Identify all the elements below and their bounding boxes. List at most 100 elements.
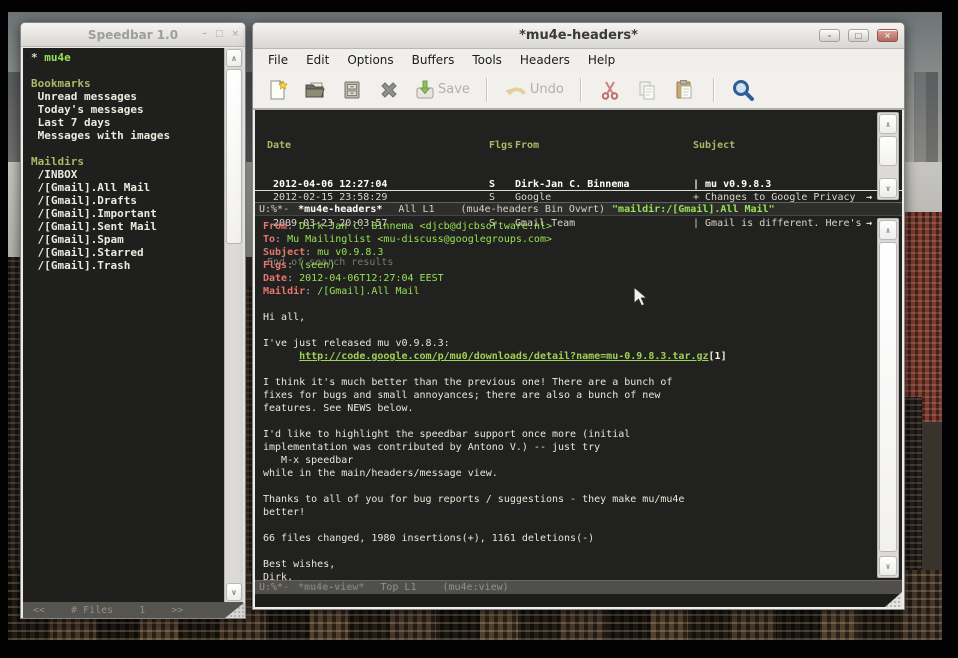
speedbar-section-label: Maildirs [31, 155, 224, 168]
modeline-buffer-name: *mu4e-view* [298, 582, 364, 593]
save-label: Save [438, 82, 470, 97]
echo-area[interactable] [255, 594, 902, 607]
cut-button[interactable] [597, 77, 623, 103]
headers-scrollbar[interactable]: ∧ ∨ [877, 112, 899, 200]
scroll-up-button[interactable]: ∧ [879, 220, 897, 240]
speedbar-window: Speedbar 1.0 – □ × * mu4e Bookmarks Unre… [20, 22, 246, 619]
speedbar-item[interactable]: Unread messages [31, 90, 224, 103]
column-flags[interactable]: Flgs [489, 139, 515, 152]
field-label: Flgs [263, 260, 287, 271]
emacs-titlebar[interactable]: *mu4e-headers* – □ × [253, 23, 904, 49]
scroll-down-button[interactable]: ∨ [226, 583, 242, 601]
speedbar-item[interactable]: /INBOX [31, 168, 224, 181]
speedbar-item[interactable]: Messages with images [31, 129, 224, 142]
speedbar-item[interactable]: Today's messages [31, 103, 224, 116]
search-button[interactable] [730, 77, 756, 103]
scrollbar-thumb[interactable] [226, 69, 242, 244]
speedbar-item[interactable]: /[Gmail].Trash [31, 259, 224, 272]
speedbar-content: * mu4e Bookmarks Unread messages Today's… [23, 48, 243, 602]
speedbar-item[interactable]: /[Gmail].All Mail [31, 181, 224, 194]
close-button[interactable]: × [231, 30, 239, 39]
modeline-search-query: "maildir:/[Gmail].All Mail" [612, 204, 775, 215]
speedbar-scrollbar[interactable]: ∧ ∨ [224, 48, 243, 602]
field-value: /[Gmail].All Mail [317, 286, 419, 297]
speedbar-status-right[interactable]: >> [171, 605, 183, 616]
clipboard-icon [672, 78, 696, 102]
mouse-cursor [633, 286, 653, 308]
field-label: Date [263, 273, 287, 284]
field-value: Mu Mailinglist <mu-discuss@googlegroups.… [287, 234, 552, 245]
menu-headers[interactable]: Headers [511, 51, 579, 69]
link-indent [263, 351, 299, 362]
link-footnote: [1] [709, 351, 727, 362]
speedbar-item[interactable]: Last 7 days [31, 116, 224, 129]
message-body-line: I think it's much better than the previo… [263, 376, 872, 389]
maximize-button[interactable]: □ [215, 30, 224, 39]
paste-button[interactable] [671, 77, 697, 103]
scroll-up-button[interactable]: ∧ [226, 49, 242, 67]
maximize-button[interactable]: □ [848, 29, 869, 42]
speedbar-section-label: Bookmarks [31, 77, 224, 90]
menu-buffers[interactable]: Buffers [403, 51, 464, 69]
menu-edit[interactable]: Edit [297, 51, 338, 69]
message-body-line: I'd like to highlight the speedbar suppo… [263, 428, 872, 441]
view-scrollbar[interactable]: ∧ ∨ [877, 218, 899, 578]
toolbar: Save Undo [253, 71, 904, 110]
toolbar-separator [713, 78, 714, 102]
column-subject[interactable]: Subject [693, 139, 872, 152]
column-from[interactable]: From [515, 139, 693, 152]
speedbar-status-count: 1 [139, 605, 145, 616]
file-cabinet-icon [340, 78, 364, 102]
scissors-icon [598, 78, 622, 102]
speedbar-root-item[interactable]: * mu4e [31, 51, 224, 64]
minimize-button[interactable]: – [819, 29, 840, 42]
message-body-line [263, 324, 872, 337]
speedbar-item[interactable]: /[Gmail].Drafts [31, 194, 224, 207]
close-button[interactable]: × [877, 29, 898, 42]
open-file-button[interactable] [302, 77, 328, 103]
emacs-window: *mu4e-headers* – □ × FileEditOptionsBuff… [252, 22, 905, 610]
save-as-button[interactable] [339, 77, 365, 103]
new-file-button[interactable] [265, 77, 291, 103]
message-body-line [263, 545, 872, 558]
speedbar-status-left[interactable]: << [33, 605, 45, 616]
menu-options[interactable]: Options [338, 51, 402, 69]
copy-button[interactable] [634, 77, 660, 103]
message-body-line: 66 files changed, 1980 insertions(+), 11… [263, 532, 872, 545]
menu-tools[interactable]: Tools [463, 51, 511, 69]
header-row[interactable]: 2012-04-06 12:27:04SDirk-Jan C. Binnema|… [255, 178, 902, 191]
menu-help[interactable]: Help [579, 51, 624, 69]
column-date[interactable]: Date [267, 139, 489, 152]
scroll-up-button[interactable]: ∧ [879, 114, 897, 134]
message-field: From: Dirk-Jan C. Binnema <djcb@djcbsoft… [263, 220, 872, 233]
speedbar-item[interactable]: /[Gmail].Starred [31, 246, 224, 259]
speedbar-title: Speedbar 1.0 [88, 28, 178, 42]
speedbar-statusbar: << # Files 1 >> [23, 602, 243, 618]
message-body-line: Thanks to all of you for bug reports / s… [263, 493, 872, 506]
speedbar-item[interactable]: /[Gmail].Spam [31, 233, 224, 246]
view-modeline: U:%*- *mu4e-view* Top L1 (mu4e:view) [255, 580, 902, 594]
speedbar-titlebar[interactable]: Speedbar 1.0 – □ × [21, 23, 245, 47]
speedbar-item[interactable]: /[Gmail].Important [31, 207, 224, 220]
message-body-line [263, 363, 872, 376]
save-button[interactable]: Save [413, 78, 470, 102]
save-icon [413, 78, 437, 102]
scrollbar-thumb[interactable] [879, 136, 897, 166]
modeline-modes: (mu4e-headers Bin Ovwrt) [461, 204, 606, 215]
toolbar-separator [580, 78, 581, 102]
message-link[interactable]: http://code.google.com/p/mu0/downloads/d… [299, 351, 708, 362]
modeline-prefix: U:%*- [259, 204, 289, 215]
speedbar-item[interactable]: /[Gmail].Sent Mail [31, 220, 224, 233]
menu-file[interactable]: File [259, 51, 297, 69]
undo-button[interactable]: Undo [503, 78, 564, 102]
field-label: From [263, 221, 287, 232]
scroll-down-button[interactable]: ∨ [879, 178, 897, 198]
scroll-down-button[interactable]: ∨ [879, 556, 897, 576]
field-label: To [263, 234, 275, 245]
minimize-button[interactable]: – [202, 30, 207, 39]
expand-marker-icon[interactable]: * [31, 51, 44, 64]
message-body-line: implementation was contributed by Antono… [263, 441, 872, 454]
scrollbar-thumb[interactable] [879, 242, 897, 552]
delete-button[interactable] [376, 77, 402, 103]
field-colon: : [275, 234, 287, 245]
